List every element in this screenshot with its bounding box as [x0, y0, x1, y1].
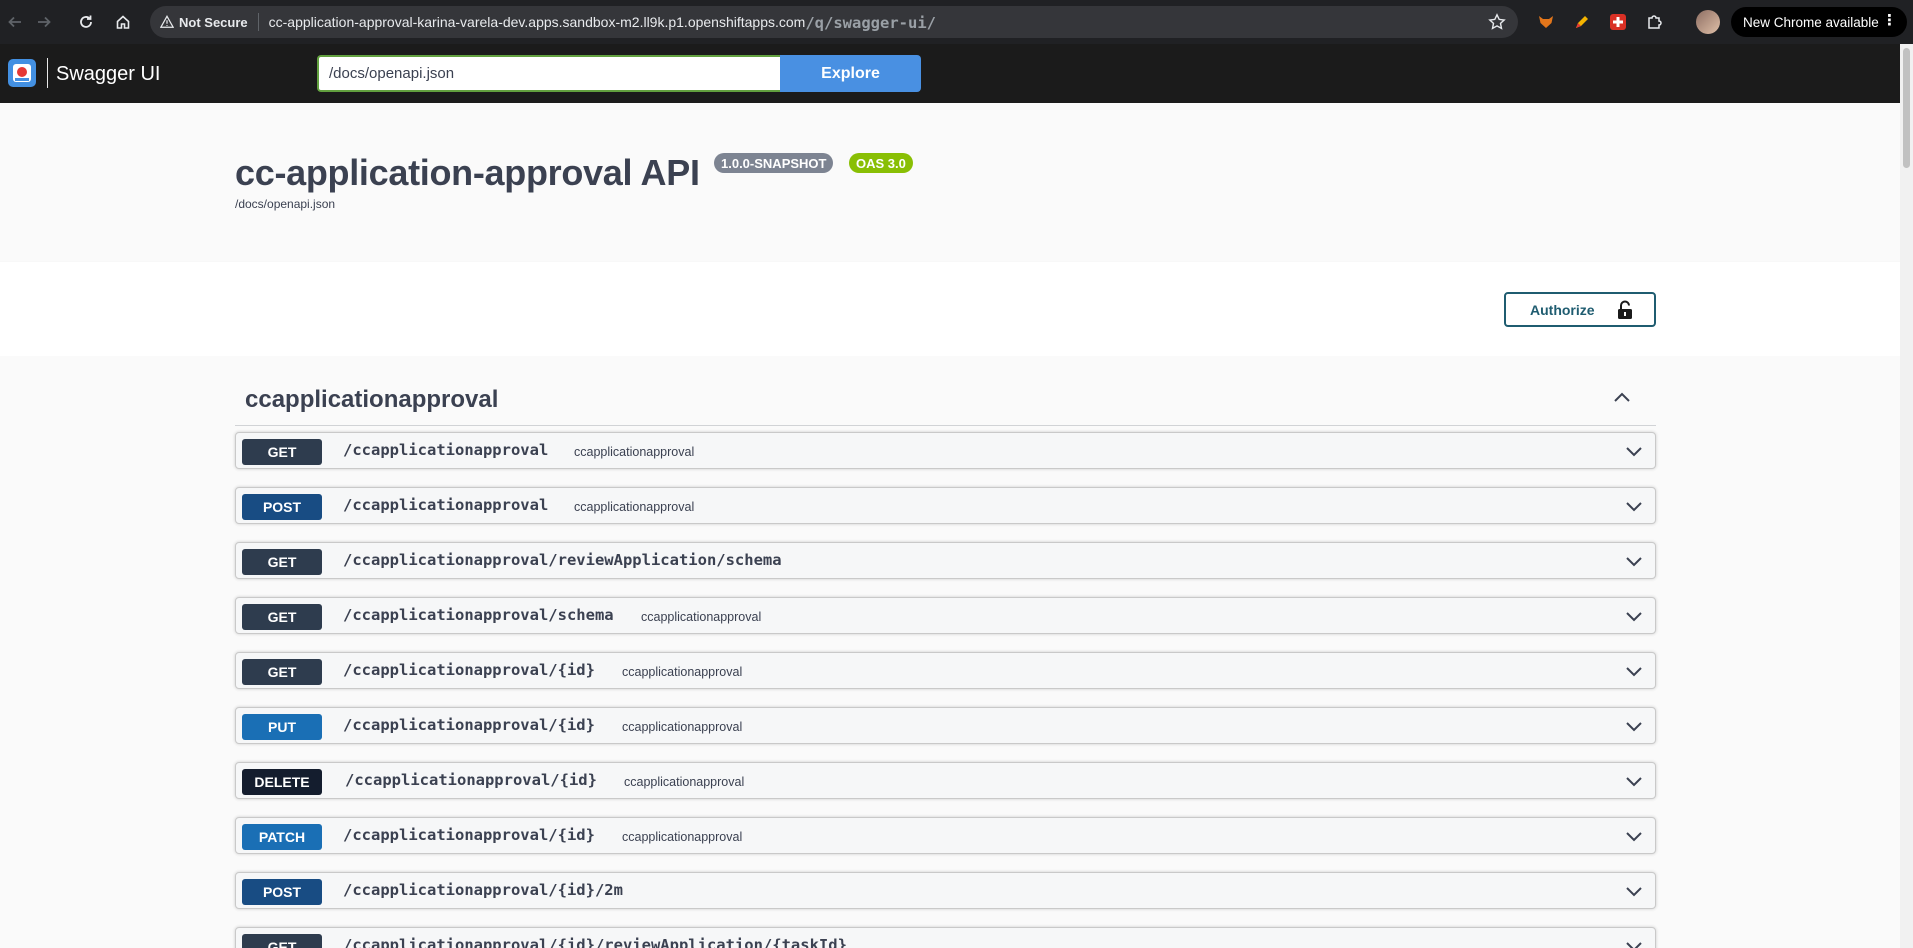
operation-row[interactable]: POST /ccapplicationapproval ccapplicatio… — [235, 487, 1656, 524]
page-title: cc-application-approval API — [235, 152, 700, 193]
back-button[interactable] — [2, 9, 28, 35]
home-button[interactable] — [110, 9, 136, 35]
operation-path: /ccapplicationapproval/{id} — [343, 661, 595, 679]
scrollbar-thumb[interactable] — [1903, 48, 1910, 168]
operation-path: /ccapplicationapproval/{id} — [343, 826, 595, 844]
logo-text[interactable]: Swagger UI — [56, 63, 161, 86]
operation-path: /ccapplicationapproval/{id}/2m — [343, 881, 623, 899]
pen-icon — [1576, 16, 1588, 28]
address-bar[interactable]: Not Secure cc-application-approval-karin… — [150, 6, 1518, 38]
arrow-right-icon — [38, 16, 51, 28]
forward-button[interactable] — [31, 9, 57, 35]
chevron-down-icon[interactable] — [1625, 772, 1643, 790]
operation-path: /ccapplicationapproval/reviewApplication… — [343, 551, 782, 569]
method-badge: PATCH — [242, 824, 322, 850]
url-divider — [257, 13, 259, 31]
tag-title: ccapplicationapproval — [245, 386, 499, 413]
extensions-menu[interactable] — [1644, 11, 1666, 33]
operation-row[interactable]: GET /ccapplicationapproval/reviewApplica… — [235, 542, 1656, 579]
profile-avatar[interactable] — [1696, 10, 1720, 34]
operation-row[interactable]: GET /ccapplicationapproval/{id} ccapplic… — [235, 652, 1656, 689]
api-info-section: cc-application-approval API 1.0.0-SNAPSH… — [0, 103, 1900, 262]
reload-button[interactable] — [73, 9, 99, 35]
warning-icon — [160, 15, 174, 28]
method-badge: GET — [242, 439, 322, 465]
operation-row[interactable]: DELETE /ccapplicationapproval/{id} ccapp… — [235, 762, 1656, 799]
chevron-up-icon[interactable] — [1612, 388, 1632, 408]
operation-row[interactable]: GET /ccapplicationapproval ccapplication… — [235, 432, 1656, 469]
method-badge: GET — [242, 659, 322, 685]
chevron-down-icon[interactable] — [1625, 662, 1643, 680]
chevron-down-icon[interactable] — [1625, 552, 1643, 570]
scheme-container: Authorize — [0, 262, 1900, 356]
oas-badge: OAS 3.0 — [849, 153, 913, 173]
method-badge: PUT — [242, 714, 322, 740]
update-chrome-button[interactable]: New Chrome available ⋮ — [1731, 7, 1907, 37]
logo-divider — [47, 58, 48, 88]
bookmark-star-icon[interactable] — [1488, 13, 1506, 31]
spec-link[interactable]: /docs/openapi.json — [235, 197, 335, 211]
update-label: New Chrome available — [1743, 14, 1879, 30]
operation-summary: ccapplicationapproval — [622, 830, 743, 844]
extension-cross[interactable] — [1607, 11, 1629, 33]
more-menu-icon[interactable]: ⋮ — [1882, 12, 1897, 30]
puzzle-icon — [1648, 15, 1662, 29]
chevron-down-icon[interactable] — [1625, 882, 1643, 900]
operation-summary: ccapplicationapproval — [574, 500, 695, 514]
authorize-label: Authorize — [1530, 301, 1595, 318]
operation-summary: ccapplicationapproval — [622, 665, 743, 679]
chevron-down-icon[interactable] — [1625, 497, 1643, 515]
tag-section-header[interactable]: ccapplicationapproval — [235, 374, 1656, 426]
operation-row[interactable]: PATCH /ccapplicationapproval/{id} ccappl… — [235, 817, 1656, 854]
security-label: Not Secure — [179, 14, 248, 30]
method-badge: GET — [242, 604, 322, 630]
url-path: /q/swagger-ui/ — [805, 14, 936, 32]
chevron-down-icon[interactable] — [1625, 442, 1643, 460]
operation-summary: ccapplicationapproval — [624, 775, 745, 789]
operations-section: ccapplicationapproval GET /ccapplication… — [0, 356, 1900, 948]
page-scrollbar[interactable] — [1900, 44, 1913, 948]
chevron-down-icon[interactable] — [1625, 717, 1643, 735]
operation-path: /ccapplicationapproval — [343, 496, 549, 514]
unlocked-icon — [1618, 300, 1632, 319]
operation-row[interactable]: GET /ccapplicationapproval/{id}/reviewAp… — [235, 927, 1656, 948]
operation-path: /ccapplicationapproval/{id} — [343, 716, 595, 734]
spec-url-input[interactable] — [317, 55, 780, 92]
chevron-down-icon[interactable] — [1625, 827, 1643, 845]
security-indicator[interactable]: Not Secure — [160, 15, 248, 30]
operation-summary: ccapplicationapproval — [574, 445, 695, 459]
chevron-down-icon[interactable] — [1625, 937, 1643, 948]
chevron-down-icon[interactable] — [1625, 607, 1643, 625]
operation-row[interactable]: PUT /ccapplicationapproval/{id} ccapplic… — [235, 707, 1656, 744]
operation-row[interactable]: GET /ccapplicationapproval/schema ccappl… — [235, 597, 1656, 634]
swagger-logo-icon[interactable] — [7, 58, 37, 88]
operation-path: /ccapplicationapproval/{id}/reviewApplic… — [343, 936, 847, 948]
url-host: cc-application-approval-karina-varela-de… — [268, 14, 806, 30]
arrow-left-icon — [8, 16, 21, 28]
operation-row[interactable]: POST /ccapplicationapproval/{id}/2m — [235, 872, 1656, 909]
medical-cross-icon — [1610, 14, 1626, 30]
method-badge: GET — [242, 934, 322, 948]
explore-button[interactable]: Explore — [780, 55, 921, 92]
operation-path: /ccapplicationapproval/{id} — [345, 771, 597, 789]
method-badge: POST — [242, 494, 322, 520]
browser-toolbar: Not Secure cc-application-approval-karin… — [0, 0, 1913, 44]
method-badge: DELETE — [242, 769, 322, 795]
fox-icon — [1539, 16, 1553, 28]
operation-summary: ccapplicationapproval — [622, 720, 743, 734]
version-badge: 1.0.0-SNAPSHOT — [714, 153, 834, 173]
reload-icon — [80, 15, 92, 28]
authorize-button[interactable]: Authorize — [1504, 292, 1656, 327]
operation-path: /ccapplicationapproval/schema — [343, 606, 614, 624]
extension-pen[interactable] — [1571, 11, 1593, 33]
home-icon — [116, 15, 130, 29]
swagger-topbar: Swagger UI Explore — [0, 44, 1913, 103]
method-badge: POST — [242, 879, 322, 905]
extension-fox[interactable] — [1535, 11, 1557, 33]
operation-path: /ccapplicationapproval — [343, 441, 549, 459]
operation-list: GET /ccapplicationapproval ccapplication… — [235, 432, 1656, 948]
method-badge: GET — [242, 549, 322, 575]
url-text[interactable]: cc-application-approval-karina-varela-de… — [268, 14, 936, 32]
operation-summary: ccapplicationapproval — [641, 610, 762, 624]
